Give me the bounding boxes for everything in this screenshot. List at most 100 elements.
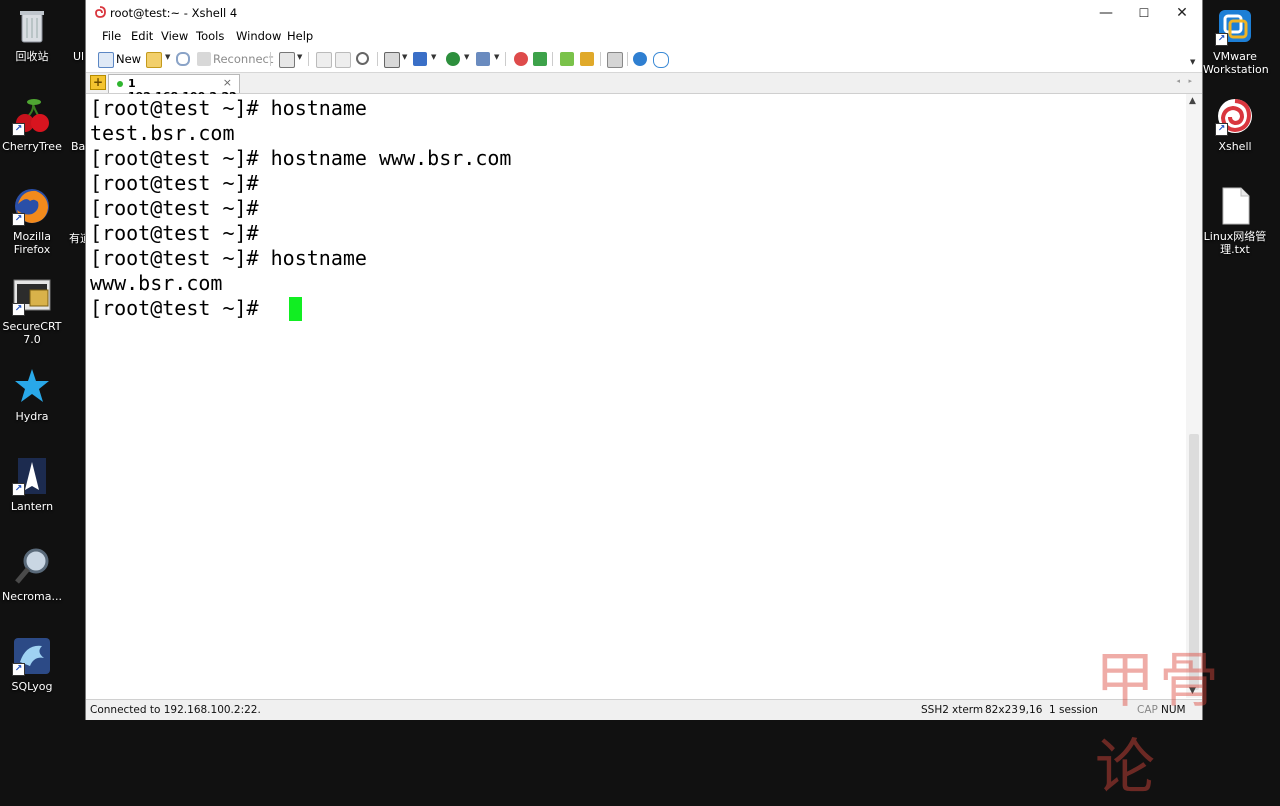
terminal-line: test.bsr.com (90, 121, 235, 145)
terminal-type-status: xterm (952, 704, 984, 716)
terminal-line: [root@test ~]# (90, 171, 259, 195)
toolbar-separator (505, 52, 506, 66)
tab-scroll-right-icon[interactable]: ▸ (1188, 77, 1192, 85)
shortcut-arrow-icon: ↗ (12, 663, 25, 676)
desktop-icon-label: Mozilla Firefox (13, 230, 51, 256)
menu-tools[interactable]: Tools (196, 29, 224, 43)
font-icon[interactable] (476, 52, 490, 66)
globe-dropdown-icon[interactable]: ▼ (464, 53, 469, 61)
menu-edit[interactable]: Edit (131, 29, 153, 43)
desktop-icon-label: SecureCRT 7.0 (2, 320, 62, 346)
shortcut-arrow-icon: ↗ (12, 213, 25, 226)
desktop-icon-linux-txt[interactable]: Linux网络管理.txt (1203, 186, 1267, 256)
terminal-line: [root@test ~]# (90, 296, 271, 320)
close-button[interactable]: ✕ (1163, 0, 1201, 26)
lock-icon[interactable] (580, 52, 594, 66)
open-dropdown-icon[interactable]: ▼ (165, 53, 170, 61)
menu-window[interactable]: Window (236, 29, 281, 43)
copy-icon[interactable] (316, 52, 332, 68)
desktop-icon-partial-label: Ul (73, 50, 85, 63)
transfer-icon[interactable] (413, 52, 427, 66)
tab-scroll-left-icon[interactable]: ◂ (1176, 77, 1180, 85)
reconnect-button[interactable]: Reconnect (213, 51, 273, 67)
desktop-icon-label: Necroma... (1, 590, 62, 603)
desktop-icon-hydra[interactable]: Hydra (0, 366, 64, 423)
desktop-icon-necromancer[interactable]: Necroma... (0, 546, 64, 603)
keyboard-icon[interactable] (607, 52, 623, 68)
terminal-area[interactable]: [root@test ~]# hostname test.bsr.com [ro… (86, 94, 1188, 698)
connected-status-icon (117, 81, 123, 87)
desktop-icon-xshell[interactable]: ↗ Xshell (1203, 96, 1267, 153)
maximize-button[interactable]: ☐ (1125, 0, 1163, 26)
xshell-icon: ↗ (1215, 96, 1255, 136)
toolbar-separator (377, 52, 378, 66)
desktop-icon-label: Linux网络管理.txt (1203, 230, 1267, 256)
desktop-icon-label: Xshell (1218, 140, 1252, 153)
properties-dropdown-icon[interactable]: ▼ (297, 53, 302, 61)
print-icon[interactable] (384, 52, 400, 68)
minimize-button[interactable]: — (1087, 0, 1125, 26)
desktop-icon-label: Lantern (10, 500, 54, 513)
chat-icon[interactable] (653, 52, 669, 68)
desktop-icon-vmware[interactable]: ↗ VMware Workstation (1203, 6, 1269, 76)
terminal-line: www.bsr.com (90, 271, 223, 295)
toolbar-separator (308, 52, 309, 66)
menu-view[interactable]: View (161, 29, 188, 43)
shortcut-arrow-icon: ↗ (1215, 33, 1228, 46)
menu-bar: File Edit View Tools Window Help (86, 26, 1202, 46)
find-icon[interactable] (356, 52, 369, 65)
open-folder-icon[interactable] (146, 52, 162, 68)
desktop-icon-firefox[interactable]: ↗ Mozilla Firefox (0, 186, 64, 256)
cursor-position-status: 9,16 (1019, 704, 1043, 716)
terminal-line: [root@test ~]# (90, 221, 259, 245)
new-tab-button[interactable]: + (90, 75, 106, 90)
desktop-icon-securecrt[interactable]: ↗ SecureCRT 7.0 (0, 276, 64, 346)
sqlyog-icon: ↗ (12, 636, 52, 676)
text-file-icon (1215, 186, 1255, 226)
tab-close-icon[interactable]: × (223, 76, 232, 89)
status-bar: Connected to 192.168.100.2:22. SSH2 xter… (86, 699, 1202, 720)
necromancer-icon (12, 546, 52, 586)
help-icon[interactable] (633, 52, 647, 66)
print-dropdown-icon[interactable]: ▼ (402, 53, 407, 61)
terminal-line: [root@test ~]# (90, 196, 259, 220)
new-button[interactable]: New (116, 51, 141, 67)
desktop-icon-lantern[interactable]: ↗ Lantern (0, 456, 64, 513)
reconnect-icon (197, 52, 211, 66)
scroll-up-icon[interactable]: ▲ (1189, 96, 1196, 106)
globe-icon[interactable] (446, 52, 460, 66)
desktop-icon-recycle-bin[interactable]: 回收站 (0, 6, 64, 63)
xftp-icon[interactable] (533, 52, 547, 66)
properties-icon[interactable] (279, 52, 295, 68)
toolbar-overflow-icon[interactable]: ▼ (1190, 58, 1195, 66)
watermark-logo: 甲骨论 (1095, 646, 1223, 803)
font-dropdown-icon[interactable]: ▼ (494, 53, 499, 61)
lantern-icon: ↗ (12, 456, 52, 496)
terminal-scrollbar[interactable]: ▲ ▼ (1186, 94, 1202, 698)
session-tab-bar: + 1 192.168.100.2:22 × ◂ ▸ (86, 73, 1202, 103)
menu-file[interactable]: File (102, 29, 121, 43)
terminal-line: [root@test ~]# hostname (90, 246, 367, 270)
desktop-icon-label: CherryTree (2, 140, 62, 153)
paste-icon[interactable] (335, 52, 351, 68)
session-count-status: 1 session (1049, 704, 1098, 716)
shortcut-arrow-icon: ↗ (12, 483, 25, 496)
toolbar-separator (552, 52, 553, 66)
session-tab[interactable]: 1 192.168.100.2:22 × (108, 74, 240, 103)
xshell-red-icon[interactable] (514, 52, 528, 66)
desktop-icon-label: 回收站 (15, 50, 49, 63)
layout-icon[interactable] (560, 52, 574, 66)
protocol-status: SSH2 (921, 704, 949, 716)
terminal-line: [root@test ~]# hostname (90, 96, 367, 120)
title-bar[interactable]: root@test:~ - Xshell 4 — ☐ ✕ (86, 0, 1202, 26)
firefox-icon: ↗ (12, 186, 52, 226)
window-title: root@test:~ - Xshell 4 (110, 6, 238, 20)
link-icon[interactable] (176, 52, 190, 66)
desktop-icon-cherrytree[interactable]: ↗ CherryTree (0, 96, 64, 153)
menu-help[interactable]: Help (287, 29, 313, 43)
transfer-dropdown-icon[interactable]: ▼ (431, 53, 436, 61)
desktop-icon-label: VMware Workstation (1203, 50, 1269, 76)
desktop-icon-sqlyog[interactable]: ↗ SQLyog (0, 636, 64, 693)
toolbar-separator (270, 52, 271, 66)
vmware-icon: ↗ (1215, 6, 1255, 46)
